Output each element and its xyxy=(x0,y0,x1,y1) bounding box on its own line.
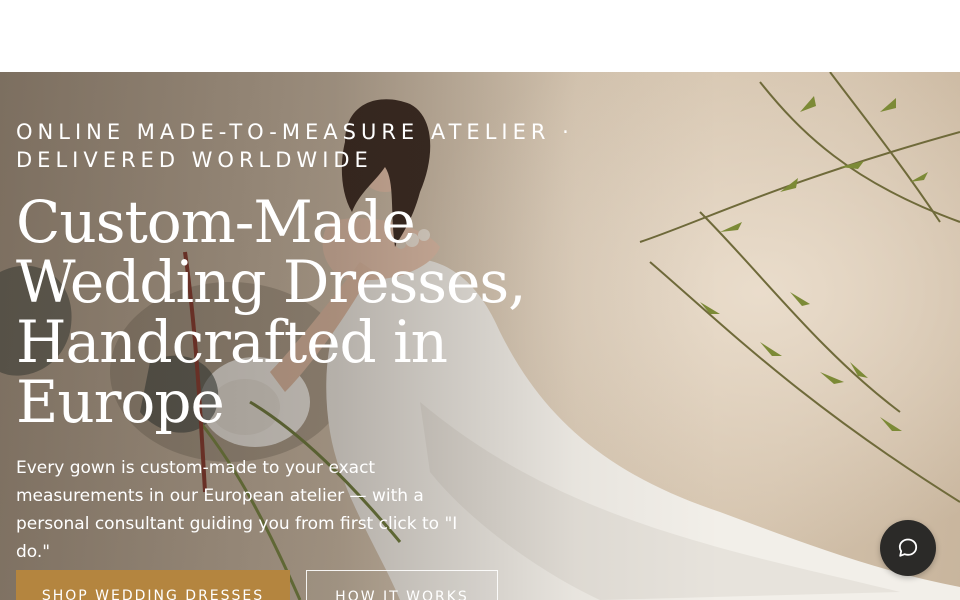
how-it-works-button[interactable]: HOW IT WORKS xyxy=(306,570,498,600)
chat-bubble-icon xyxy=(898,538,918,557)
hero-banner: ONLINE MADE-TO-MEASURE ATELIER · DELIVER… xyxy=(0,72,960,600)
hero-headline: Custom-Made Wedding Dresses, Handcrafted… xyxy=(16,188,527,436)
hero-eyebrow: ONLINE MADE-TO-MEASURE ATELIER · DELIVER… xyxy=(16,120,574,172)
chat-launcher-button[interactable] xyxy=(880,520,936,576)
top-navigation-bar xyxy=(0,0,960,72)
shop-wedding-dresses-button[interactable]: SHOP WEDDING DRESSES xyxy=(16,570,290,600)
hero-description: Every gown is custom-made to your exact … xyxy=(16,458,458,562)
